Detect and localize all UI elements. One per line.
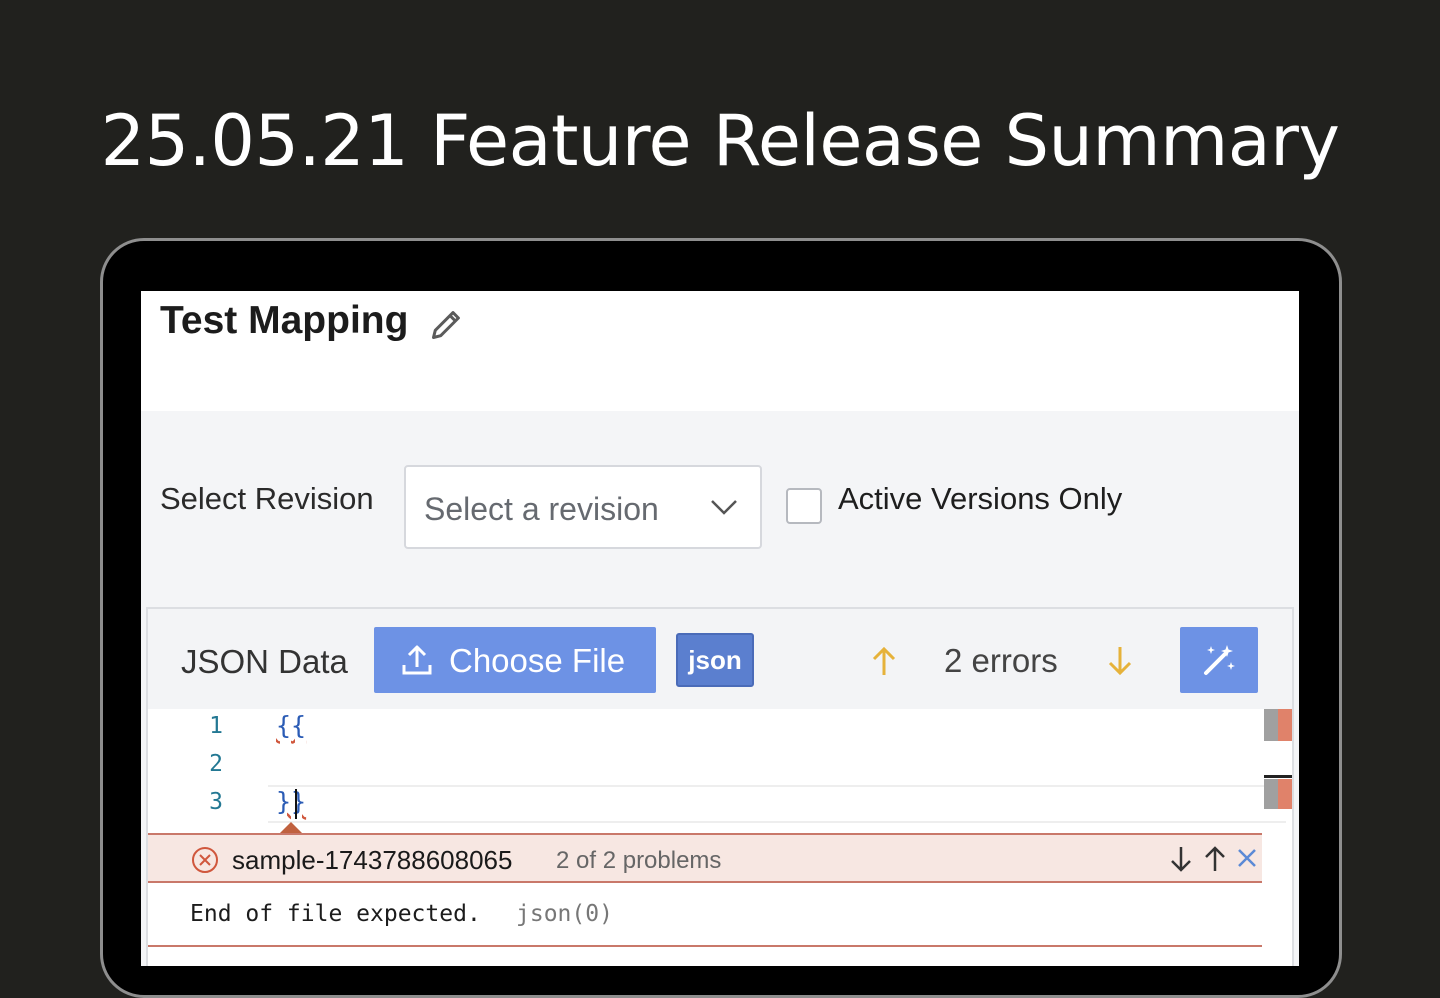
json-format-badge[interactable]: json: [676, 633, 754, 687]
overview-ruler-mark: [1264, 779, 1278, 809]
active-versions-checkbox[interactable]: [786, 488, 822, 524]
code-line: {{: [276, 711, 307, 740]
overview-ruler-cursor: [1264, 775, 1292, 778]
next-problem-icon[interactable]: [1168, 844, 1194, 874]
json-editor[interactable]: 1 2 3 {{ }} sample-1743788608065 2 of 2 …: [148, 709, 1292, 966]
pencil-icon[interactable]: [429, 306, 465, 342]
next-error-arrow-icon[interactable]: [1106, 645, 1134, 677]
page-title: Test Mapping: [160, 299, 409, 342]
select-revision-label: Select Revision: [160, 481, 374, 516]
line-number: 3: [209, 789, 223, 815]
problem-file-name: sample-1743788608065: [232, 845, 513, 875]
choose-file-label: Choose File: [449, 642, 626, 679]
overview-ruler-error: [1278, 779, 1292, 809]
auto-format-button[interactable]: [1180, 627, 1258, 693]
json-data-label: JSON Data: [181, 643, 348, 680]
line-number: 1: [209, 713, 223, 739]
problem-source: json(0): [516, 901, 613, 927]
code-line: }}: [276, 787, 307, 816]
overview-ruler-error: [1278, 709, 1292, 741]
active-versions-label[interactable]: Active Versions Only: [838, 481, 1122, 517]
release-headline: 25.05.21 Feature Release Summary: [100, 100, 1340, 182]
json-data-panel: JSON Data Choose File json 2 errors 1 2 …: [146, 607, 1294, 966]
previous-error-arrow-icon[interactable]: [870, 645, 898, 677]
revision-select[interactable]: Select a revision: [404, 465, 762, 549]
text-caret: [295, 789, 297, 819]
chevron-down-icon: [711, 500, 737, 515]
problem-count: 2 of 2 problems: [556, 847, 722, 874]
error-circle-icon: [192, 847, 218, 873]
revision-placeholder: Select a revision: [424, 491, 659, 527]
upload-icon: [402, 645, 432, 675]
overview-ruler-mark: [1264, 709, 1278, 741]
app-screen: Test Mapping Select Revision Select a re…: [141, 291, 1299, 966]
error-count: 2 errors: [944, 642, 1058, 679]
line-number: 2: [209, 751, 223, 777]
magic-wand-icon: [1204, 645, 1235, 675]
previous-problem-icon[interactable]: [1202, 844, 1228, 874]
current-line-highlight: [268, 785, 1286, 823]
problem-message: End of file expected.: [190, 901, 481, 927]
problem-message-area: End of file expected. json(0): [148, 883, 1262, 947]
choose-file-button[interactable]: Choose File: [374, 627, 656, 693]
page-header: Test Mapping: [141, 291, 1299, 411]
close-icon[interactable]: [1235, 846, 1259, 870]
problems-bar: sample-1743788608065 2 of 2 problems: [148, 833, 1262, 883]
